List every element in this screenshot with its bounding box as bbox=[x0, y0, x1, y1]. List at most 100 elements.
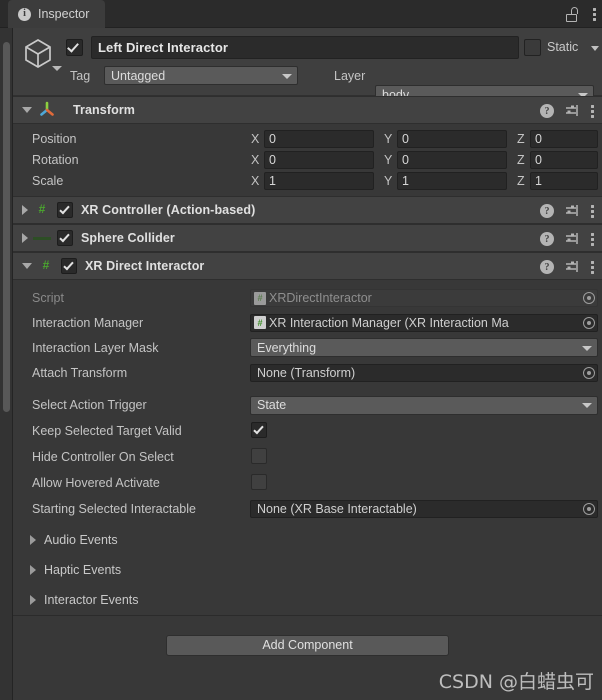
rotation-y-input[interactable]: 0 bbox=[397, 150, 507, 169]
tab-inspector[interactable]: i Inspector bbox=[8, 0, 106, 28]
layer-label: Layer bbox=[334, 69, 366, 83]
transform-properties: Position X 0 Y 0 Z 0 Rotation X 0 Y 0 Z … bbox=[13, 124, 602, 196]
select-action-trigger-dropdown[interactable]: State bbox=[250, 395, 598, 415]
scale-x-input[interactable]: 1 bbox=[264, 171, 374, 190]
axis-label-y: Y bbox=[384, 131, 393, 146]
checkmark-icon bbox=[67, 40, 79, 53]
kebab-menu-icon[interactable] bbox=[590, 204, 594, 218]
component-enabled-checkbox[interactable] bbox=[57, 202, 73, 218]
keep-selected-target-valid-checkbox[interactable] bbox=[251, 422, 267, 438]
tag-dropdown-value: Untagged bbox=[111, 68, 166, 83]
property-row-interaction-layer-mask: Interaction Layer Mask Everything bbox=[13, 335, 602, 360]
position-z-input[interactable]: 0 bbox=[530, 129, 598, 148]
position-x-input[interactable]: 0 bbox=[264, 129, 374, 148]
unity-inspector-window: i Inspector Left Direct Interactor Stati… bbox=[0, 0, 602, 700]
gameobject-name-input[interactable]: Left Direct Interactor bbox=[91, 36, 519, 59]
hide-controller-on-select-checkbox[interactable] bbox=[251, 448, 267, 464]
property-label-script: Script bbox=[32, 291, 64, 305]
starting-selected-interactable-objectfield[interactable]: None (XR Base Interactable) bbox=[250, 500, 598, 518]
checkmark-icon bbox=[59, 203, 70, 215]
script-value: XRDirectInteractor bbox=[269, 291, 372, 305]
component-header-transform[interactable]: Transform ? bbox=[13, 96, 602, 124]
chevron-right-icon bbox=[30, 565, 36, 575]
rotation-z-input[interactable]: 0 bbox=[530, 150, 598, 169]
interaction-manager-objectfield[interactable]: XR Interaction Manager (XR Interaction M… bbox=[250, 313, 598, 332]
foldout-audio-events[interactable]: Audio Events bbox=[13, 525, 602, 555]
gameobject-icon-dropdown-arrow[interactable] bbox=[52, 66, 62, 71]
component-actions: ? bbox=[540, 197, 594, 225]
foldout-arrow-sphere-collider[interactable] bbox=[22, 233, 28, 243]
property-label-interaction-manager: Interaction Manager bbox=[32, 315, 144, 330]
static-checkbox[interactable] bbox=[524, 39, 541, 56]
help-icon[interactable]: ? bbox=[540, 204, 554, 218]
object-picker-icon[interactable] bbox=[583, 366, 595, 379]
preset-settings-icon[interactable] bbox=[565, 260, 579, 274]
cube-prefab-icon[interactable] bbox=[21, 36, 55, 70]
gameobject-header: Left Direct Interactor Static Tag Untagg… bbox=[13, 28, 602, 104]
object-picker-icon[interactable] bbox=[583, 503, 595, 515]
scale-y-input[interactable]: 1 bbox=[397, 171, 507, 190]
tag-dropdown[interactable]: Untagged bbox=[104, 66, 298, 85]
object-picker-icon bbox=[583, 292, 595, 304]
foldout-arrow-xr-direct-interactor[interactable] bbox=[22, 263, 32, 269]
checkmark-icon bbox=[253, 423, 264, 435]
component-title-xr-controller: XR Controller (Action-based) bbox=[81, 203, 256, 217]
property-row-interaction-manager: Interaction Manager XR Interaction Manag… bbox=[13, 310, 602, 335]
component-enabled-checkbox[interactable] bbox=[61, 258, 77, 274]
foldout-arrow-transform[interactable] bbox=[22, 107, 32, 113]
component-header-xr-direct-interactor[interactable]: XR Direct Interactor ? bbox=[13, 252, 602, 280]
property-label-interaction-layer-mask: Interaction Layer Mask bbox=[32, 340, 159, 355]
scale-z-input[interactable]: 1 bbox=[530, 171, 598, 190]
property-label-hide-controller-on-select: Hide Controller On Select bbox=[32, 450, 174, 464]
rotation-x-input[interactable]: 0 bbox=[264, 150, 374, 169]
component-title-sphere-collider: Sphere Collider bbox=[81, 231, 175, 245]
property-row-starting-selected-interactable: Starting Selected Interactable None (XR … bbox=[13, 496, 602, 522]
vertical-scrollbar[interactable] bbox=[0, 28, 13, 700]
inspector-menu-button[interactable] bbox=[592, 7, 596, 21]
interaction-layer-mask-dropdown[interactable]: Everything bbox=[250, 338, 598, 357]
help-icon[interactable]: ? bbox=[540, 232, 554, 246]
allow-hovered-activate-checkbox[interactable] bbox=[251, 474, 267, 490]
transform-row-rotation: Rotation X 0 Y 0 Z 0 bbox=[13, 149, 602, 170]
component-actions: ? bbox=[540, 225, 594, 253]
foldout-haptic-events[interactable]: Haptic Events bbox=[13, 555, 602, 585]
scrollbar-thumb[interactable] bbox=[3, 42, 10, 412]
foldout-arrow-xr-controller[interactable] bbox=[22, 205, 28, 215]
preset-settings-icon[interactable] bbox=[565, 232, 579, 246]
lock-button[interactable] bbox=[566, 6, 579, 22]
transform-row-position: Position X 0 Y 0 Z 0 bbox=[13, 128, 602, 149]
transform-row-scale: Scale X 1 Y 1 Z 1 bbox=[13, 170, 602, 191]
component-header-xr-controller[interactable]: XR Controller (Action-based) ? bbox=[13, 196, 602, 224]
help-icon[interactable]: ? bbox=[540, 104, 554, 118]
gameobject-enabled-checkbox[interactable] bbox=[66, 39, 83, 56]
info-icon: i bbox=[18, 7, 31, 21]
component-enabled-checkbox[interactable] bbox=[57, 230, 73, 246]
object-picker-icon[interactable] bbox=[583, 316, 595, 329]
inspector-tabbar: i Inspector bbox=[0, 0, 602, 28]
preset-settings-icon[interactable] bbox=[565, 204, 579, 218]
property-label-select-action-trigger: Select Action Trigger bbox=[32, 398, 147, 412]
foldout-interactor-events[interactable]: Interactor Events bbox=[13, 585, 602, 615]
component-header-sphere-collider[interactable]: Sphere Collider ? bbox=[13, 224, 602, 252]
chevron-right-icon bbox=[30, 595, 36, 605]
kebab-menu-icon[interactable] bbox=[590, 232, 594, 246]
property-row-hide-controller-on-select: Hide Controller On Select bbox=[13, 444, 602, 470]
chevron-right-icon bbox=[30, 535, 36, 545]
tab-inspector-label: Inspector bbox=[38, 7, 90, 21]
kebab-menu-icon[interactable] bbox=[590, 260, 594, 274]
position-y-input[interactable]: 0 bbox=[397, 129, 507, 148]
starting-selected-interactable-value: None (XR Base Interactable) bbox=[257, 502, 417, 516]
preset-settings-icon[interactable] bbox=[565, 104, 579, 118]
interaction-manager-value: XR Interaction Manager (XR Interaction M… bbox=[269, 315, 509, 330]
transform-axes-icon bbox=[38, 101, 56, 119]
kebab-menu-icon[interactable] bbox=[590, 104, 594, 118]
property-label-keep-selected-target-valid: Keep Selected Target Valid bbox=[32, 424, 182, 438]
help-icon[interactable]: ? bbox=[540, 260, 554, 274]
attach-transform-objectfield[interactable]: None (Transform) bbox=[250, 363, 598, 382]
add-component-button[interactable]: Add Component bbox=[166, 634, 449, 656]
static-dropdown-arrow[interactable] bbox=[591, 46, 599, 51]
csharp-script-icon bbox=[254, 316, 266, 329]
property-label: Position bbox=[32, 131, 77, 146]
chevron-down-icon bbox=[582, 345, 592, 351]
inspector-content: Left Direct Interactor Static Tag Untagg… bbox=[13, 28, 602, 700]
